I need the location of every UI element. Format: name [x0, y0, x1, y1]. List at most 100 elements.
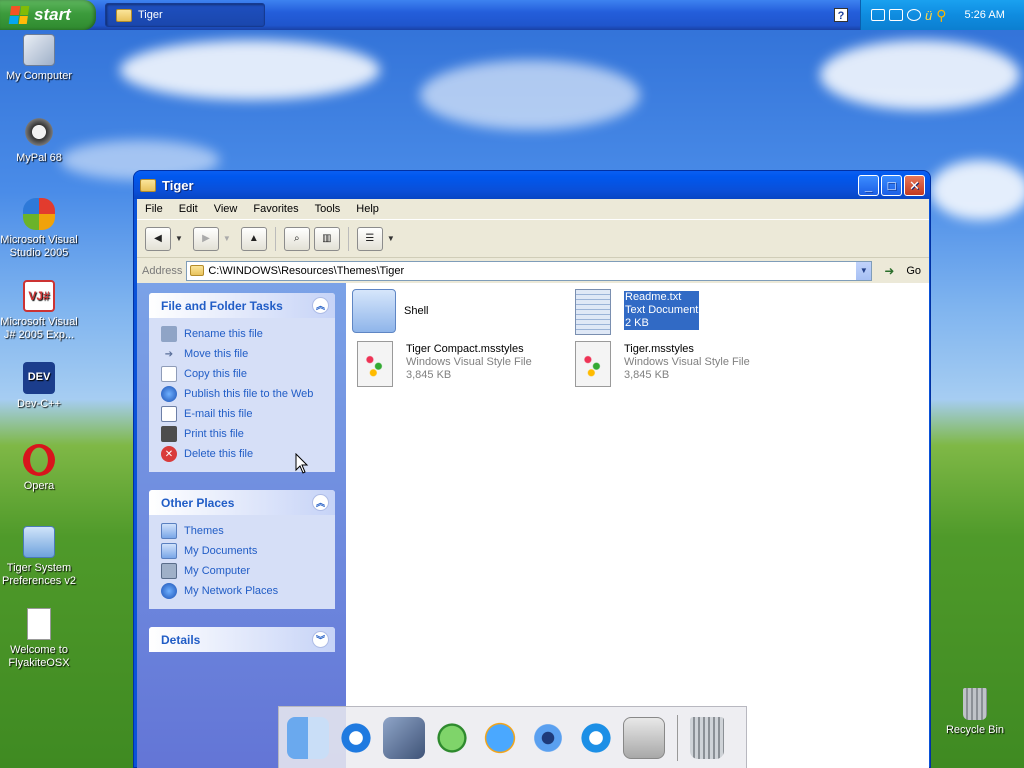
menu-help[interactable]: Help — [348, 203, 387, 215]
clock[interactable]: 5:26 AM — [965, 9, 1005, 21]
file-item-shell[interactable]: Shell — [352, 289, 428, 333]
visual-jsharp-icon: VJ# — [23, 280, 55, 312]
file-name: Readme.txt — [624, 291, 700, 304]
menu-favorites[interactable]: Favorites — [245, 203, 306, 215]
folder-icon — [140, 178, 156, 192]
address-dropdown-icon[interactable]: ▼ — [855, 261, 872, 280]
expand-icon[interactable]: ︾ — [312, 631, 329, 648]
desktop-icon-visual-studio[interactable]: Microsoft Visual Studio 2005 — [0, 198, 78, 260]
menu-tools[interactable]: Tools — [307, 203, 349, 215]
folder-icon — [116, 8, 132, 22]
up-folder-button[interactable]: ▲ — [240, 226, 267, 251]
views-dropdown-icon[interactable]: ▼ — [387, 234, 395, 243]
panel-header[interactable]: File and Folder Tasks ︽ — [149, 293, 335, 318]
file-item-tiger-compact[interactable]: Tiger Compact.msstyles Windows Visual St… — [352, 341, 532, 387]
desktop-icon-my-computer[interactable]: My Computer — [0, 34, 78, 83]
folder-icon — [161, 523, 177, 539]
task-label: Delete this file — [184, 448, 254, 460]
desktop-icon-label: Microsoft Visual J# 2005 Exp... — [0, 316, 78, 341]
desktop-icon-system-preferences[interactable]: Tiger System Preferences v2 — [0, 526, 78, 588]
task-publish[interactable]: Publish this file to the Web — [161, 384, 325, 404]
forward-button[interactable]: ▶ — [192, 226, 219, 251]
msstyles-icon — [575, 341, 611, 387]
desktop-icon-label: MyPal 68 — [16, 152, 62, 164]
delete-icon: ✕ — [161, 446, 177, 462]
address-input[interactable]: C:\WINDOWS\Resources\Themes\Tiger ▼ — [186, 260, 873, 281]
desktop-icon-mypal[interactable]: MyPal 68 — [0, 116, 78, 165]
close-button[interactable]: ✕ — [904, 175, 925, 196]
task-rename[interactable]: Rename this file — [161, 324, 325, 344]
collapse-icon[interactable]: ︽ — [312, 297, 329, 314]
unicode-icon[interactable]: ü — [925, 8, 932, 23]
maximize-button[interactable]: □ — [881, 175, 902, 196]
task-copy[interactable]: Copy this file — [161, 364, 325, 384]
file-type: Windows Visual Style File — [406, 356, 532, 368]
forward-dropdown-icon[interactable]: ▼ — [223, 234, 231, 243]
menu-edit[interactable]: Edit — [171, 203, 206, 215]
file-size: 3,845 KB — [624, 369, 670, 381]
panel-header[interactable]: Details ︾ — [149, 627, 335, 652]
address-label: Address — [142, 264, 183, 277]
system-preferences-icon — [23, 526, 55, 558]
search-icon[interactable]: ⚲ — [936, 7, 946, 24]
desktop-icon-recycle-bin[interactable]: Recycle Bin — [936, 688, 1014, 737]
monitor-icon[interactable] — [889, 9, 903, 21]
email-icon — [161, 406, 177, 422]
taskbar-button-tiger[interactable]: Tiger — [105, 3, 265, 27]
file-item-tiger[interactable]: Tiger.msstyles Windows Visual Style File… — [570, 341, 750, 387]
views-button[interactable]: ☰ — [356, 226, 383, 251]
quicktime-player-icon[interactable] — [479, 716, 521, 759]
desktop-icon-welcome[interactable]: Welcome to FlyakiteOSX — [0, 608, 78, 670]
search-button[interactable]: ⌕ — [283, 226, 310, 251]
menu-file[interactable]: File — [137, 203, 171, 215]
internet-explorer-icon[interactable] — [335, 716, 377, 759]
file-item-readme[interactable]: Readme.txt Text Document 2 KB — [570, 289, 700, 335]
folder-icon — [190, 265, 205, 276]
system-preferences-icon[interactable] — [623, 716, 665, 759]
place-themes[interactable]: Themes — [161, 521, 325, 541]
desktop-icon-opera[interactable]: Opera — [0, 444, 78, 493]
title-bar[interactable]: Tiger _ □ ✕ — [134, 171, 930, 199]
display-icon[interactable] — [871, 9, 885, 21]
file-name: Shell — [404, 305, 429, 317]
start-button[interactable]: start — [0, 0, 96, 30]
folders-button[interactable]: ▥ — [313, 226, 340, 251]
task-print[interactable]: Print this file — [161, 424, 325, 444]
finder-icon[interactable] — [287, 716, 329, 759]
help-icon[interactable]: ? — [834, 8, 848, 22]
place-label: My Computer — [184, 565, 251, 577]
details-panel: Details ︾ — [149, 627, 335, 652]
itunes-icon[interactable] — [431, 716, 473, 759]
trash-icon[interactable] — [690, 716, 724, 759]
minimize-button[interactable]: _ — [858, 175, 879, 196]
back-dropdown-icon[interactable]: ▼ — [175, 234, 183, 243]
go-arrow-icon: ➜ — [884, 263, 895, 278]
back-button[interactable]: ◀ — [145, 226, 171, 251]
mail-icon[interactable] — [383, 716, 425, 759]
quicktime-icon[interactable] — [575, 716, 617, 759]
file-size: 2 KB — [624, 317, 700, 330]
taskbar: start Tiger ? ü ⚲ 5:26 AM — [0, 0, 1024, 30]
windows-logo-icon — [8, 6, 30, 24]
cloud — [930, 160, 1024, 220]
menu-view[interactable]: View — [206, 203, 246, 215]
collapse-icon[interactable]: ︽ — [312, 494, 329, 511]
go-button[interactable]: ➜ Go — [884, 264, 921, 278]
desktop-icon-devcpp[interactable]: DEV Dev-C++ — [0, 362, 78, 411]
my-documents-icon — [161, 543, 177, 559]
place-my-documents[interactable]: My Documents — [161, 541, 325, 561]
file-type: Text Document — [624, 304, 700, 317]
task-move[interactable]: ➔ Move this file — [161, 344, 325, 364]
panel-header[interactable]: Other Places ︽ — [149, 490, 335, 515]
task-email[interactable]: E-mail this file — [161, 404, 325, 424]
file-type: Windows Visual Style File — [624, 356, 750, 368]
place-label: My Documents — [184, 545, 258, 557]
address-bar: Address C:\WINDOWS\Resources\Themes\Tige… — [137, 257, 929, 283]
place-my-network-places[interactable]: My Network Places — [161, 581, 325, 601]
desktop-icon-visual-jsharp[interactable]: VJ# Microsoft Visual J# 2005 Exp... — [0, 280, 78, 342]
desktop-icon-label: Microsoft Visual Studio 2005 — [0, 234, 78, 259]
place-my-computer[interactable]: My Computer — [161, 561, 325, 581]
imovie-icon[interactable] — [527, 716, 569, 759]
menu-bar: File Edit View Favorites Tools Help — [137, 199, 929, 219]
network-icon[interactable] — [907, 9, 921, 21]
